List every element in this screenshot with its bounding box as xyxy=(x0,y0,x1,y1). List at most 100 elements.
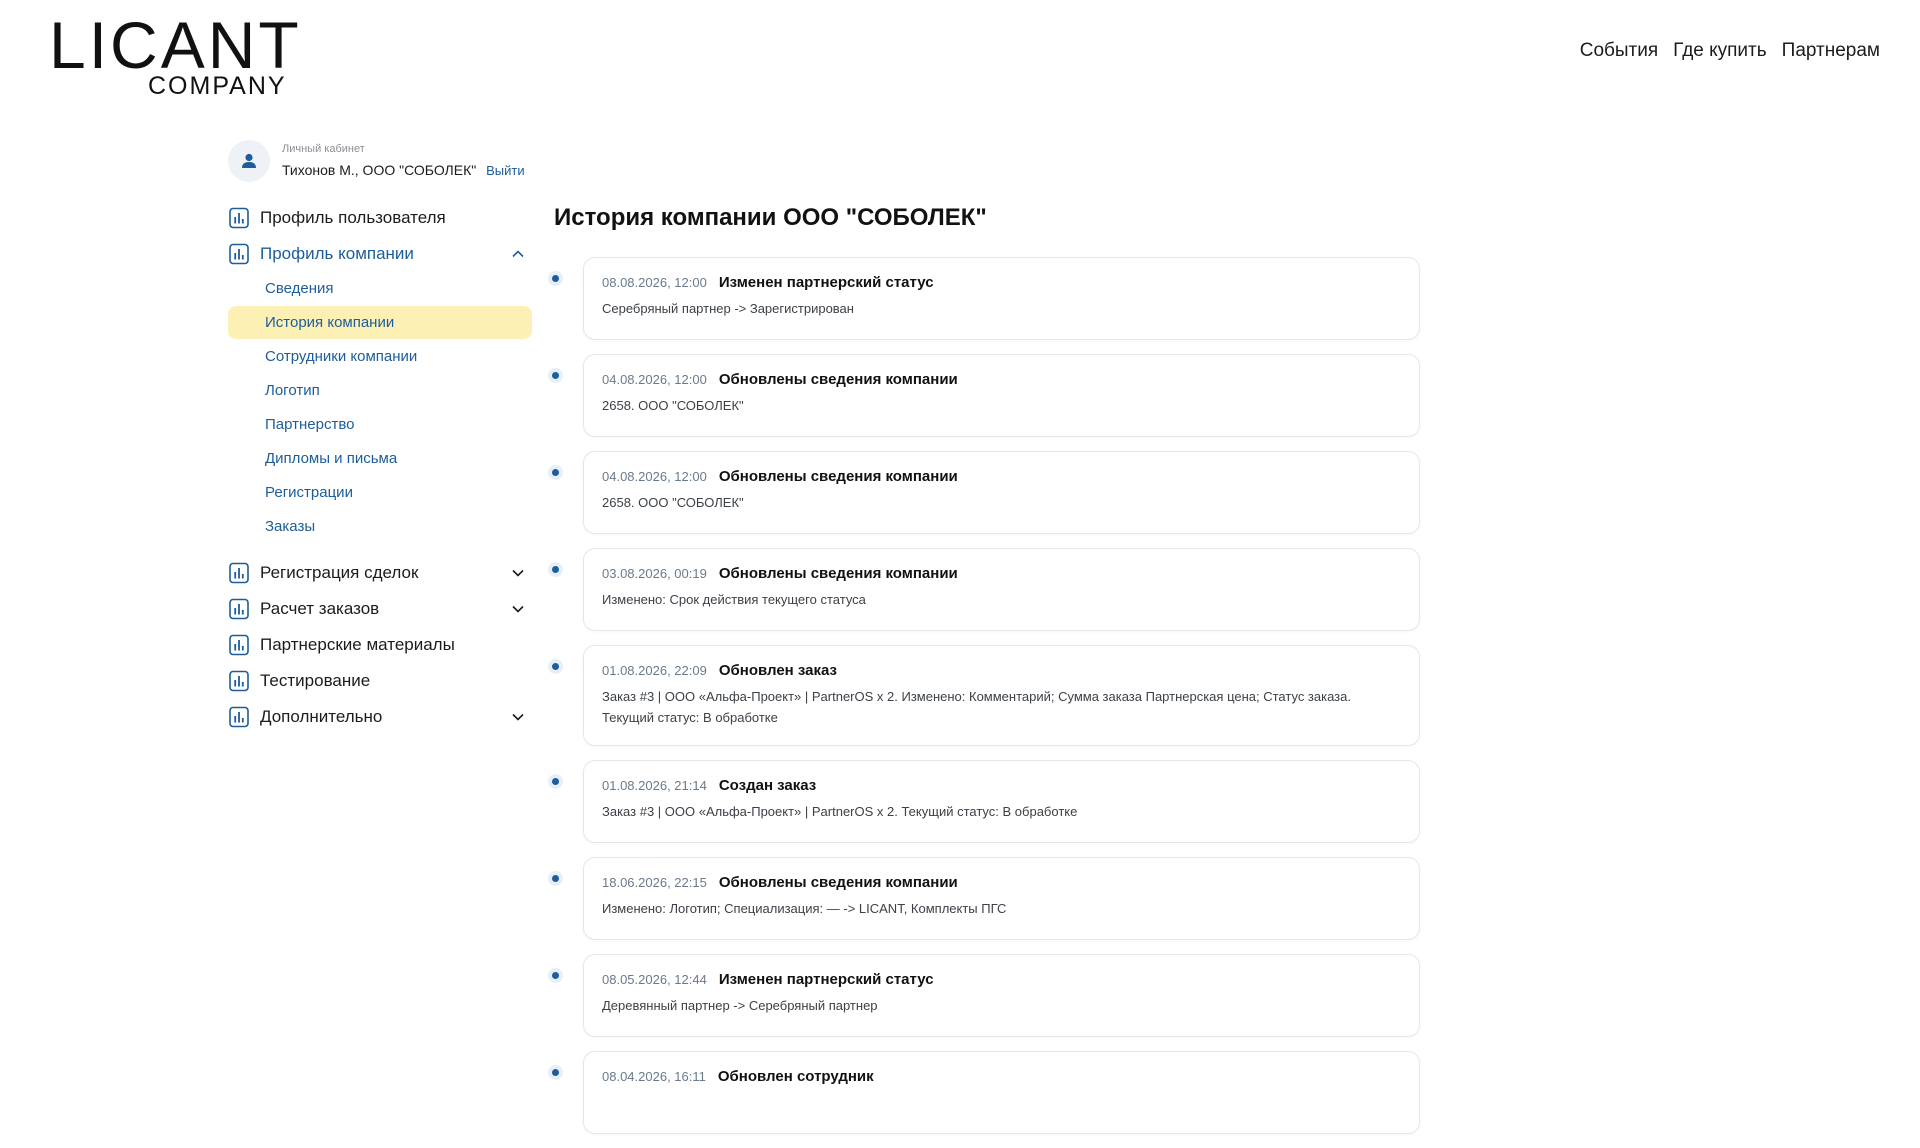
sidebar-item-label: Дополнительно xyxy=(260,707,383,726)
history-timeline: 08.08.2026, 12:00 Изменен партнерский ст… xyxy=(548,257,1420,1148)
account-line: Тихонов М., ООО "СОБОЛЕК" Выйти xyxy=(282,161,525,180)
chart-icon xyxy=(229,207,249,229)
event-date: 03.08.2026, 00:19 xyxy=(602,566,707,581)
company-logo[interactable]: LICANT COMPANY xyxy=(49,12,299,99)
chart-icon xyxy=(229,243,249,265)
timeline-dot xyxy=(548,271,563,286)
chart-icon xyxy=(229,562,249,584)
chevron-down-icon[interactable] xyxy=(510,601,526,617)
event-description: Изменено: Срок действия текущего статуса xyxy=(602,592,866,607)
timeline-event: 08.08.2026, 12:00 Изменен партнерский ст… xyxy=(548,257,1420,340)
event-description: 2658. ООО "СОБОЛЕК" xyxy=(602,495,744,510)
event-title: Обновлены сведения компании xyxy=(718,371,958,388)
event-header: 01.08.2026, 22:09 Обновлен заказ xyxy=(602,662,1401,679)
event-description: Заказ #3 | ООО «Альфа-Проект» | PartnerO… xyxy=(602,804,1078,819)
timeline-event: 03.08.2026, 00:19 Обновлены сведения ком… xyxy=(548,548,1420,631)
timeline-dot xyxy=(548,465,563,480)
nav-link-events[interactable]: События xyxy=(1580,40,1658,62)
event-header: 08.08.2026, 12:00 Изменен партнерский ст… xyxy=(602,274,1401,291)
timeline-event: 01.08.2026, 22:09 Обновлен заказ Заказ #… xyxy=(548,645,1420,746)
logo-main-text: LICANT xyxy=(49,8,302,82)
event-card: 04.08.2026, 12:00 Обновлены сведения ком… xyxy=(583,354,1420,437)
top-navigation: События Где купить Партнерам xyxy=(1580,40,1880,62)
sidebar-item-label: Тестирование xyxy=(260,671,371,690)
sidebar-item-deal-registration[interactable]: Регистрация сделок xyxy=(228,555,532,591)
event-description: Изменено: Логотип; Специализация: — -> L… xyxy=(602,901,1007,916)
timeline-dot xyxy=(548,968,563,983)
timeline-event: 08.05.2026, 12:44 Изменен партнерский ст… xyxy=(548,954,1420,1037)
company-profile-submenu: Сведения История компании Сотрудники ком… xyxy=(228,272,532,543)
event-date: 04.08.2026, 12:00 xyxy=(602,372,707,387)
chart-icon xyxy=(229,634,249,656)
submenu-item-diplomas[interactable]: Дипломы и письма xyxy=(228,442,532,475)
event-title: Обновлены сведения компании xyxy=(718,565,958,582)
event-card: 01.08.2026, 21:14 Создан заказ Заказ #3 … xyxy=(583,760,1420,843)
event-card: 08.08.2026, 12:00 Изменен партнерский ст… xyxy=(583,257,1420,340)
event-card: 08.04.2026, 16:11 Обновлен сотрудник xyxy=(583,1051,1420,1134)
chevron-up-icon[interactable] xyxy=(510,246,526,262)
chevron-down-icon[interactable] xyxy=(510,565,526,581)
timeline-dot xyxy=(548,774,563,789)
event-title: Обновлены сведения компании xyxy=(718,874,958,891)
timeline-event: 04.08.2026, 12:00 Обновлены сведения ком… xyxy=(548,354,1420,437)
event-header: 08.05.2026, 12:44 Изменен партнерский ст… xyxy=(602,971,1401,988)
timeline-dot xyxy=(548,871,563,886)
timeline-dot xyxy=(548,1065,563,1080)
event-date: 04.08.2026, 12:00 xyxy=(602,469,707,484)
sidebar-item-user-profile[interactable]: Профиль пользователя xyxy=(228,200,532,236)
event-header: 04.08.2026, 12:00 Обновлены сведения ком… xyxy=(602,468,1401,485)
sidebar-item-partner-materials[interactable]: Партнерские материалы xyxy=(228,627,532,663)
timeline-event: 04.08.2026, 12:00 Обновлены сведения ком… xyxy=(548,451,1420,534)
avatar[interactable] xyxy=(228,140,270,182)
chart-icon xyxy=(229,670,249,692)
user-icon xyxy=(242,153,256,168)
chart-icon xyxy=(229,706,249,728)
event-date: 01.08.2026, 22:09 xyxy=(602,663,707,678)
sidebar-item-label: Профиль компании xyxy=(260,244,414,263)
event-title: Изменен партнерский статус xyxy=(718,274,934,291)
event-date: 01.08.2026, 21:14 xyxy=(602,778,707,793)
sidebar-item-additional[interactable]: Дополнительно xyxy=(228,699,532,735)
logout-link[interactable]: Выйти xyxy=(486,163,525,178)
event-card: 04.08.2026, 12:00 Обновлены сведения ком… xyxy=(583,451,1420,534)
page-title: История компании ООО "СОБОЛЕК" xyxy=(554,204,987,231)
event-title: Создан заказ xyxy=(718,777,817,794)
event-card: 18.06.2026, 22:15 Обновлены сведения ком… xyxy=(583,857,1420,940)
timeline-event: 08.04.2026, 16:11 Обновлен сотрудник xyxy=(548,1051,1420,1134)
event-description: Деревянный партнер -> Серебряный партнер xyxy=(602,998,878,1013)
chevron-down-icon[interactable] xyxy=(510,709,526,725)
submenu-item-details[interactable]: Сведения xyxy=(228,272,532,305)
submenu-item-orders[interactable]: Заказы xyxy=(228,510,532,543)
account-user-name: Тихонов М., ООО "СОБОЛЕК" xyxy=(282,161,477,178)
event-title: Изменен партнерский статус xyxy=(718,971,934,988)
sidebar-item-label: Партнерские материалы xyxy=(260,635,455,654)
timeline-event: 01.08.2026, 21:14 Создан заказ Заказ #3 … xyxy=(548,760,1420,843)
sidebar-item-testing[interactable]: Тестирование xyxy=(228,663,532,699)
event-header: 03.08.2026, 00:19 Обновлены сведения ком… xyxy=(602,565,1401,582)
nav-link-partners[interactable]: Партнерам xyxy=(1782,40,1880,62)
event-description: Заказ #3 | ООО «Альфа-Проект» | PartnerO… xyxy=(602,689,1351,725)
event-card: 03.08.2026, 00:19 Обновлены сведения ком… xyxy=(583,548,1420,631)
submenu-item-employees[interactable]: Сотрудники компании xyxy=(228,340,532,373)
nav-link-where-to-buy[interactable]: Где купить xyxy=(1673,40,1766,62)
timeline-event: 18.06.2026, 22:15 Обновлены сведения ком… xyxy=(548,857,1420,940)
event-date: 18.06.2026, 22:15 xyxy=(602,875,707,890)
event-header: 18.06.2026, 22:15 Обновлены сведения ком… xyxy=(602,874,1401,891)
sidebar-item-label: Регистрация сделок xyxy=(260,563,419,582)
event-header: 04.08.2026, 12:00 Обновлены сведения ком… xyxy=(602,371,1401,388)
sidebar-item-company-profile[interactable]: Профиль компании xyxy=(228,236,532,272)
submenu-item-partnership[interactable]: Партнерство xyxy=(228,408,532,441)
account-text: Личный кабинет Тихонов М., ООО "СОБОЛЕК"… xyxy=(282,143,525,180)
timeline-dot xyxy=(548,368,563,383)
submenu-item-registrations[interactable]: Регистрации xyxy=(228,476,532,509)
submenu-item-company-history[interactable]: История компании xyxy=(228,306,532,339)
submenu-item-logo[interactable]: Логотип xyxy=(228,374,532,407)
event-description: Серебряный партнер -> Зарегистрирован xyxy=(602,301,854,316)
sidebar: Профиль пользователя Профиль компании Св… xyxy=(228,200,532,735)
timeline-dot xyxy=(548,562,563,577)
event-header: 08.04.2026, 16:11 Обновлен сотрудник xyxy=(602,1068,1401,1085)
event-description: 2658. ООО "СОБОЛЕК" xyxy=(602,398,744,413)
sidebar-item-order-calculation[interactable]: Расчет заказов xyxy=(228,591,532,627)
sidebar-item-label: Профиль пользователя xyxy=(260,208,446,227)
event-date: 08.08.2026, 12:00 xyxy=(602,275,707,290)
